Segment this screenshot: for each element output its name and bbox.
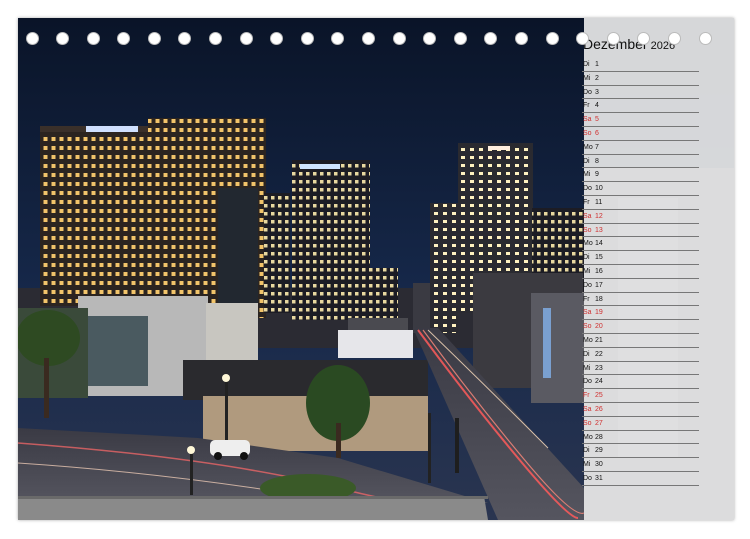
day-row: Di 1 [582,58,699,72]
day-row: So 13 [582,224,699,238]
weekday-label: Sa [583,309,592,317]
day-number: 20 [595,323,603,331]
weekday-label: Di [583,447,590,455]
day-row: Mo 21 [582,334,699,348]
day-number: 7 [595,143,599,151]
day-row: Sa 12 [582,210,699,224]
weekday-label: Sa [583,212,592,220]
day-list: Di 1 Mi 2 Do 3 Fr 4 Sa 5 So 6 Mo 7 Di 8 Mi 9 Do 10 Fr 11 Sa 12 S… [582,58,699,486]
day-number: 25 [595,392,603,400]
day-row: Sa 26 [582,403,699,417]
day-number: 4 [595,102,599,110]
day-row: Fr 18 [582,293,699,307]
day-row: Di 15 [582,251,699,265]
day-number: 21 [595,336,603,344]
day-row: Fr 25 [582,389,699,403]
day-number: 23 [595,364,603,372]
day-number: 30 [595,461,603,469]
weekday-label: Mi [583,267,591,275]
weekday-label: Fr [583,198,590,206]
month-title: Dezember 2026 [583,35,675,53]
weekday-label: Mi [583,171,591,179]
day-number: 8 [595,157,599,165]
weekday-label: Mo [583,240,593,248]
day-number: 28 [595,433,603,441]
day-number: 2 [595,74,599,82]
day-number: 14 [595,240,603,248]
day-row: So 27 [582,417,699,431]
day-row: Di 8 [582,155,699,169]
day-row: So 6 [582,127,699,141]
day-row: Do 3 [582,86,699,100]
day-row: Mo 7 [582,141,699,155]
day-row: Mi 23 [582,362,699,376]
weekday-label: Di [583,61,590,68]
weekday-label: So [583,419,592,427]
weekday-label: Di [583,157,590,165]
day-row: Do 17 [582,279,699,293]
day-number: 15 [595,254,603,262]
day-number: 9 [595,171,599,179]
day-number: 24 [595,378,603,386]
weekday-label: Sa [583,405,592,413]
weekday-label: Do [583,474,592,482]
month-name: Dezember [583,36,648,52]
day-row: Mi 16 [582,265,699,279]
day-number: 3 [595,88,599,96]
weekday-label: Do [583,185,592,193]
day-number: 1 [595,61,599,68]
year-label: 2026 [650,40,676,52]
weekday-label: Mo [583,336,593,344]
day-row: Sa 19 [582,306,699,321]
weekday-label: Di [583,350,590,358]
day-row: Do 24 [582,375,699,390]
weekday-label: Sa [583,116,592,124]
weekday-label: So [583,323,592,331]
day-row: Sa 5 [582,113,699,127]
day-number: 27 [595,419,603,427]
day-number: 26 [595,405,603,413]
weekday-label: Mo [583,433,593,441]
day-number: 11 [595,198,603,206]
weekday-label: Do [583,88,592,96]
day-row: Fr 11 [582,196,699,210]
weekday-label: Fr [583,295,590,303]
day-number: 18 [595,295,603,303]
weekday-label: Do [583,281,592,289]
day-row: Di 22 [582,348,699,362]
day-number: 16 [595,267,603,275]
weekday-label: Mi [583,364,591,372]
day-row: Mi 9 [582,168,699,183]
day-row: Fr 4 [582,99,699,114]
weekday-label: Mi [583,74,591,82]
day-number: 12 [595,212,603,220]
day-number: 5 [595,116,599,124]
day-number: 22 [595,350,603,358]
day-row: Mi 30 [582,458,699,472]
day-row: Do 10 [582,182,699,196]
calendar-page: Dezember 2026 Di 1 Mi 2 Do 3 Fr 4 Sa 5 So 6 Mo 7 Di 8 Mi 9… [0,0,750,539]
day-number: 19 [595,309,603,317]
weekday-label: Fr [583,102,590,110]
day-number: 29 [595,447,603,455]
day-row: Do 31 [582,472,699,486]
day-number: 10 [595,185,603,193]
weekday-label: Mo [583,143,593,151]
day-number: 17 [595,281,603,289]
day-row: Mo 28 [582,431,699,445]
day-row: Mi 2 [582,72,699,86]
day-number: 6 [595,129,599,137]
weekday-label: Fr [583,392,590,400]
weekday-label: Mi [583,461,591,469]
day-row: Mo 14 [582,237,699,252]
weekday-label: So [583,226,592,234]
weekday-label: Do [583,378,592,386]
day-number: 31 [595,474,603,482]
day-row: So 20 [582,320,699,334]
day-row: Di 29 [582,444,699,459]
weekday-label: Di [583,254,590,262]
day-number: 13 [595,226,603,234]
weekday-label: So [583,129,592,137]
